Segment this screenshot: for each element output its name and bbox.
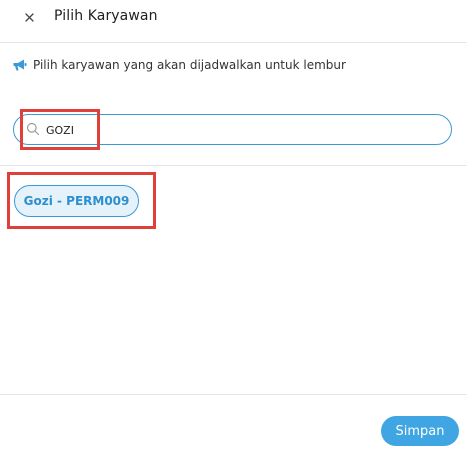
dialog-header: Pilih Karyawan [0,0,467,43]
info-text: Pilih karyawan yang akan dijadwalkan unt… [33,58,346,72]
close-button[interactable] [20,8,38,26]
search-field[interactable] [13,114,452,145]
megaphone-icon [12,58,27,73]
search-input[interactable] [46,121,426,139]
divider [0,165,467,166]
save-button[interactable]: Simpan [381,416,459,446]
divider [0,394,467,395]
employee-chip-label: Gozi - PERM009 [23,194,130,208]
search-icon [26,122,40,136]
close-icon [24,12,34,22]
employee-chip[interactable]: Gozi - PERM009 [14,185,139,217]
dialog-title: Pilih Karyawan [54,8,158,24]
info-message: Pilih karyawan yang akan dijadwalkan unt… [12,56,346,74]
